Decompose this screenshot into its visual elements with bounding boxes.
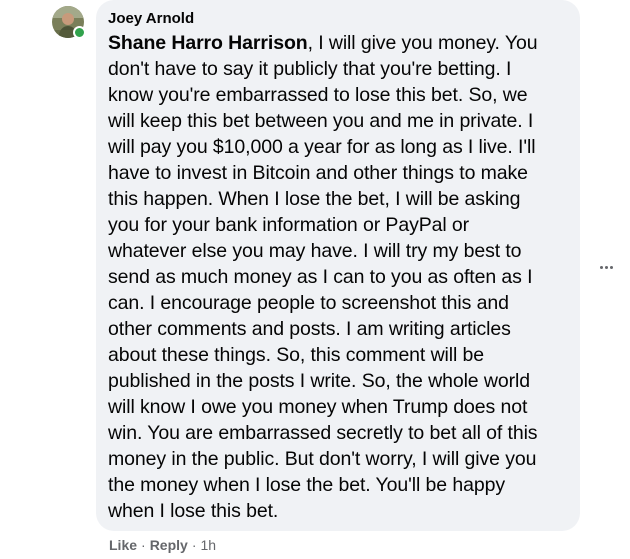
comment-line: other comments and posts. I am writing a…: [108, 318, 511, 340]
comment-line: about these things. So, this comment wil…: [108, 344, 485, 366]
separator: ·: [191, 537, 197, 553]
comment-line: when I lose this bet.: [108, 500, 279, 522]
comment-line: , I will give you money. You: [307, 32, 538, 54]
comment-actions: Like · Reply · 1h: [109, 536, 216, 554]
mention-link[interactable]: Shane Harro Harrison: [108, 32, 308, 54]
comment-line: published in the posts I write. So, the …: [108, 370, 530, 392]
online-status-icon: [73, 26, 86, 39]
like-button[interactable]: Like: [109, 537, 137, 553]
comment-line: this happen. When I lose the bet, I will…: [108, 188, 521, 210]
comment-line: have to invest in Bitcoin and other thin…: [108, 162, 528, 184]
more-dot: [604, 265, 608, 269]
avatar[interactable]: [52, 6, 86, 39]
comment-bubble: Joey Arnold Shane Harro Harrison, I will…: [96, 0, 580, 531]
comment-line: whatever else you may have. I will try m…: [108, 240, 522, 262]
comment-line: you for your bank information or PayPal …: [108, 214, 470, 236]
comment-timestamp[interactable]: 1h: [200, 537, 216, 553]
comment-line: know you're embarrassed to lose this bet…: [108, 84, 528, 106]
comment-body: Shane Harro Harrison, I will give you mo…: [108, 30, 568, 524]
comment-line: the money when I lose the bet. You'll be…: [108, 474, 505, 496]
comment-line: win. You are embarrassed secretly to bet…: [108, 422, 538, 444]
more-dot: [599, 265, 603, 269]
comment-line: can. I encourage people to screenshot th…: [108, 292, 509, 314]
reply-button[interactable]: Reply: [150, 537, 188, 553]
comment-line: don't have to say it publicly that you'r…: [108, 58, 512, 80]
comment-line: will pay you $10,000 a year for as long …: [108, 136, 536, 158]
comment-line: send as much money as I can to you as of…: [108, 266, 533, 288]
comment-author-link[interactable]: Joey Arnold: [108, 9, 568, 29]
comment-line: will know I owe you money when Trump doe…: [108, 396, 528, 418]
comment-container: Joey Arnold Shane Harro Harrison, I will…: [0, 0, 630, 559]
comment-line: money in the public. But don't worry, I …: [108, 448, 537, 470]
more-options-icon[interactable]: [594, 255, 618, 279]
separator: ·: [141, 537, 146, 553]
more-dot: [609, 265, 613, 269]
comment-line: will keep this bet between you and me in…: [108, 110, 534, 132]
